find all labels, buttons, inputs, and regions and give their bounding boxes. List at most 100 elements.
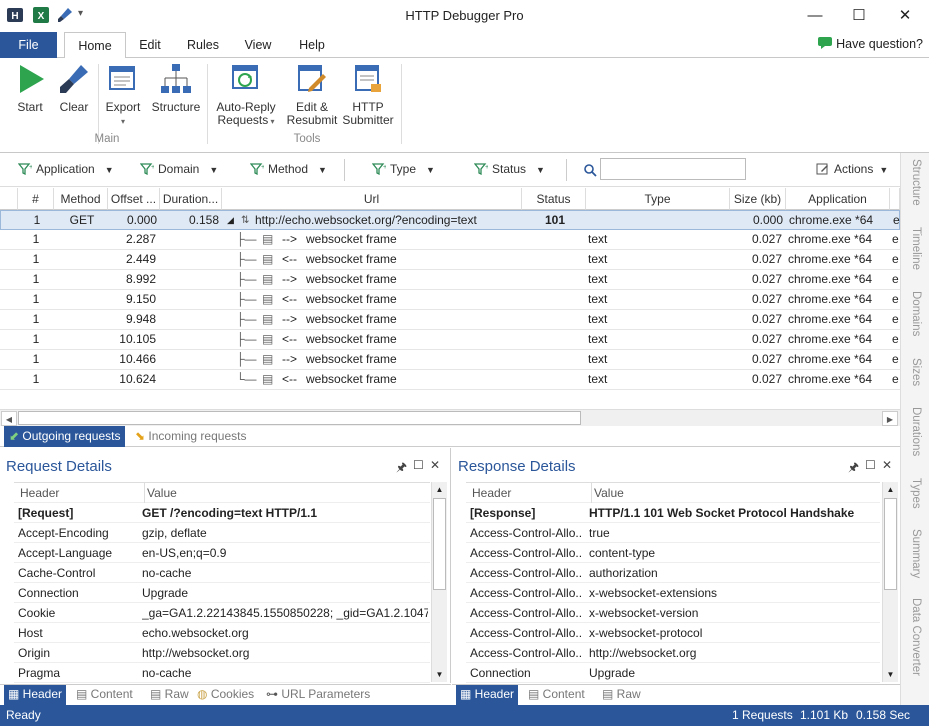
- float-window-icon[interactable]: ☐: [413, 458, 424, 472]
- tab-request-raw[interactable]: ▤ Raw: [146, 685, 193, 705]
- tab-edit[interactable]: Edit: [128, 32, 172, 58]
- list-item[interactable]: Connection Upgrade: [466, 663, 880, 683]
- table-row[interactable]: 1 2.449 ├— ▤ <-- websocket frame text 0.027 chro…: [0, 250, 900, 270]
- rail-timeline[interactable]: Timeline: [901, 227, 929, 270]
- list-item[interactable]: [Response] HTTP/1.1 101 Web Socket Protoc…: [466, 503, 880, 523]
- rail-summary[interactable]: Summary: [901, 529, 929, 578]
- filter-domain[interactable]: + Domain ▼: [140, 162, 218, 176]
- maximize-button[interactable]: ☐: [836, 0, 882, 32]
- list-item[interactable]: Cache-Control no-cache: [14, 563, 430, 583]
- start-button[interactable]: Start: [10, 62, 50, 114]
- tab-home[interactable]: Home: [64, 32, 126, 59]
- filter-separator: [344, 159, 345, 181]
- close-button[interactable]: ✕: [882, 0, 928, 32]
- scroll-down-icon[interactable]: ▼: [883, 667, 898, 682]
- tab-request-cookies[interactable]: ◍ Cookies: [193, 685, 258, 705]
- column-header-status[interactable]: Status: [522, 188, 586, 210]
- table-row[interactable]: 1 2.287 ├— ▤ --> websocket frame text 0.027 chro…: [0, 230, 900, 250]
- scroll-down-icon[interactable]: ▼: [432, 667, 447, 682]
- list-item[interactable]: Access-Control-Allo... http://websocket.o…: [466, 643, 880, 663]
- tab-request-url-parameters[interactable]: ⊶ URL Parameters: [262, 685, 374, 705]
- structure-button[interactable]: Structure: [150, 62, 202, 114]
- list-item[interactable]: Accept-Language en-US,en;q=0.9: [14, 543, 430, 563]
- auto-reply-button[interactable]: Auto-Reply Requests ▾: [212, 62, 280, 128]
- table-row[interactable]: 1 GET 0.000 0.158 ◢ ⇅ http://echo.websocket.or…: [0, 210, 900, 230]
- clear-button[interactable]: Clear: [54, 62, 94, 114]
- rail-types[interactable]: Types: [901, 478, 929, 509]
- scroll-thumb[interactable]: [884, 498, 897, 590]
- list-item[interactable]: Accept-Encoding gzip, deflate: [14, 523, 430, 543]
- tab-request-header[interactable]: ▦ Header: [4, 685, 67, 705]
- actions-button[interactable]: Actions ▼: [816, 162, 888, 176]
- horizontal-scrollbar[interactable]: ◀ ▶: [0, 409, 900, 426]
- scroll-up-icon[interactable]: ▲: [883, 482, 898, 497]
- list-item[interactable]: Connection Upgrade: [14, 583, 430, 603]
- list-item[interactable]: Access-Control-Allo... content-type: [466, 543, 880, 563]
- list-item[interactable]: Cookie _ga=GA1.2.22143845.1550850228; _gi…: [14, 603, 430, 623]
- tab-outgoing-requests[interactable]: ⬋ Outgoing requests: [4, 426, 126, 447]
- column-header-url[interactable]: Url: [222, 188, 522, 210]
- list-item[interactable]: [Request] GET /?encoding=text HTTP/1.1: [14, 503, 430, 523]
- table-row[interactable]: 1 10.466 ├— ▤ --> websocket frame text 0.027 chr…: [0, 350, 900, 370]
- pin-icon[interactable]: 🖈: [848, 458, 859, 479]
- column-header-application[interactable]: Application: [786, 188, 890, 210]
- list-item[interactable]: Access-Control-Allo... x-websocket-extens…: [466, 583, 880, 603]
- tab-file[interactable]: File: [0, 32, 57, 58]
- tab-incoming-requests[interactable]: ⬊ Incoming requests: [130, 426, 251, 447]
- filter-method[interactable]: + Method ▼: [250, 162, 327, 176]
- table-row[interactable]: 1 10.105 ├— ▤ <-- websocket frame text 0.027 chr…: [0, 330, 900, 350]
- rail-sizes[interactable]: Sizes: [901, 358, 929, 386]
- tab-rules[interactable]: Rules: [180, 32, 226, 58]
- list-item[interactable]: Origin http://websocket.org: [14, 643, 430, 663]
- tab-response-header[interactable]: ▦ Header: [456, 685, 519, 705]
- pin-icon[interactable]: 🖈: [396, 458, 407, 479]
- filter-status[interactable]: + Status ▼: [474, 162, 545, 176]
- tab-request-content[interactable]: ▤ Content: [72, 685, 137, 705]
- http-submitter-button[interactable]: HTTP Submitter: [340, 62, 396, 127]
- filter-type[interactable]: + Type ▼: [372, 162, 435, 176]
- request-vertical-scrollbar[interactable]: ▲ ▼: [431, 482, 447, 682]
- rail-domains[interactable]: Domains: [901, 291, 929, 336]
- rail-durations[interactable]: Durations: [901, 407, 929, 456]
- have-question-link[interactable]: Have question?: [817, 36, 923, 51]
- export-button[interactable]: Export ▾: [102, 62, 144, 128]
- response-vertical-scrollbar[interactable]: ▲ ▼: [882, 482, 898, 682]
- expand-collapse-icon[interactable]: ◢: [227, 211, 239, 230]
- column-header-number[interactable]: #: [18, 188, 54, 210]
- list-item[interactable]: Access-Control-Allo... x-websocket-versio…: [466, 603, 880, 623]
- column-header-type[interactable]: Type: [586, 188, 730, 210]
- float-window-icon[interactable]: ☐: [865, 458, 876, 472]
- tab-response-raw[interactable]: ▤ Raw: [598, 685, 645, 705]
- tab-response-content[interactable]: ▤ Content: [524, 685, 589, 705]
- rail-structure[interactable]: Structure: [901, 159, 929, 206]
- scroll-right-icon[interactable]: ▶: [882, 411, 898, 426]
- list-item[interactable]: Host echo.websocket.org: [14, 623, 430, 643]
- table-row[interactable]: 1 9.948 ├— ▤ --> websocket frame text 0.027 chro…: [0, 310, 900, 330]
- minimize-button[interactable]: —: [792, 0, 838, 32]
- list-item[interactable]: Pragma no-cache: [14, 663, 430, 683]
- column-header-duration[interactable]: Duration...: [160, 188, 222, 210]
- close-pane-icon[interactable]: ✕: [882, 458, 892, 472]
- edit-resubmit-button[interactable]: Edit & Resubmit: [284, 62, 340, 127]
- filter-application[interactable]: + Application ▼: [18, 162, 114, 176]
- table-row[interactable]: 1 8.992 ├— ▤ --> websocket frame text 0.027 chro…: [0, 270, 900, 290]
- column-header-size[interactable]: Size (kb): [730, 188, 786, 210]
- cell-offset: 2.449: [125, 252, 156, 266]
- scroll-thumb[interactable]: [18, 411, 581, 425]
- list-item[interactable]: Access-Control-Allo... x-websocket-protoc…: [466, 623, 880, 643]
- table-row[interactable]: 1 10.624 └— ▤ <-- websocket frame text 0.027 chr…: [0, 370, 900, 390]
- close-pane-icon[interactable]: ✕: [430, 458, 440, 472]
- scroll-left-icon[interactable]: ◀: [1, 411, 17, 426]
- tab-help[interactable]: Help: [290, 32, 334, 58]
- search-input[interactable]: [600, 158, 746, 180]
- list-item[interactable]: Access-Control-Allo... authorization: [466, 563, 880, 583]
- scroll-thumb[interactable]: [433, 498, 446, 590]
- table-row[interactable]: 1 9.150 ├— ▤ <-- websocket frame text 0.027 chro…: [0, 290, 900, 310]
- scroll-up-icon[interactable]: ▲: [432, 482, 447, 497]
- column-header-offset[interactable]: Offset ...: [108, 188, 160, 210]
- list-item[interactable]: Access-Control-Allo... true: [466, 523, 880, 543]
- rail-data-converter[interactable]: Data Converter: [901, 598, 929, 676]
- column-header-method[interactable]: Method: [54, 188, 108, 210]
- chevron-down-icon: ▼: [536, 165, 545, 175]
- tab-view[interactable]: View: [236, 32, 280, 58]
